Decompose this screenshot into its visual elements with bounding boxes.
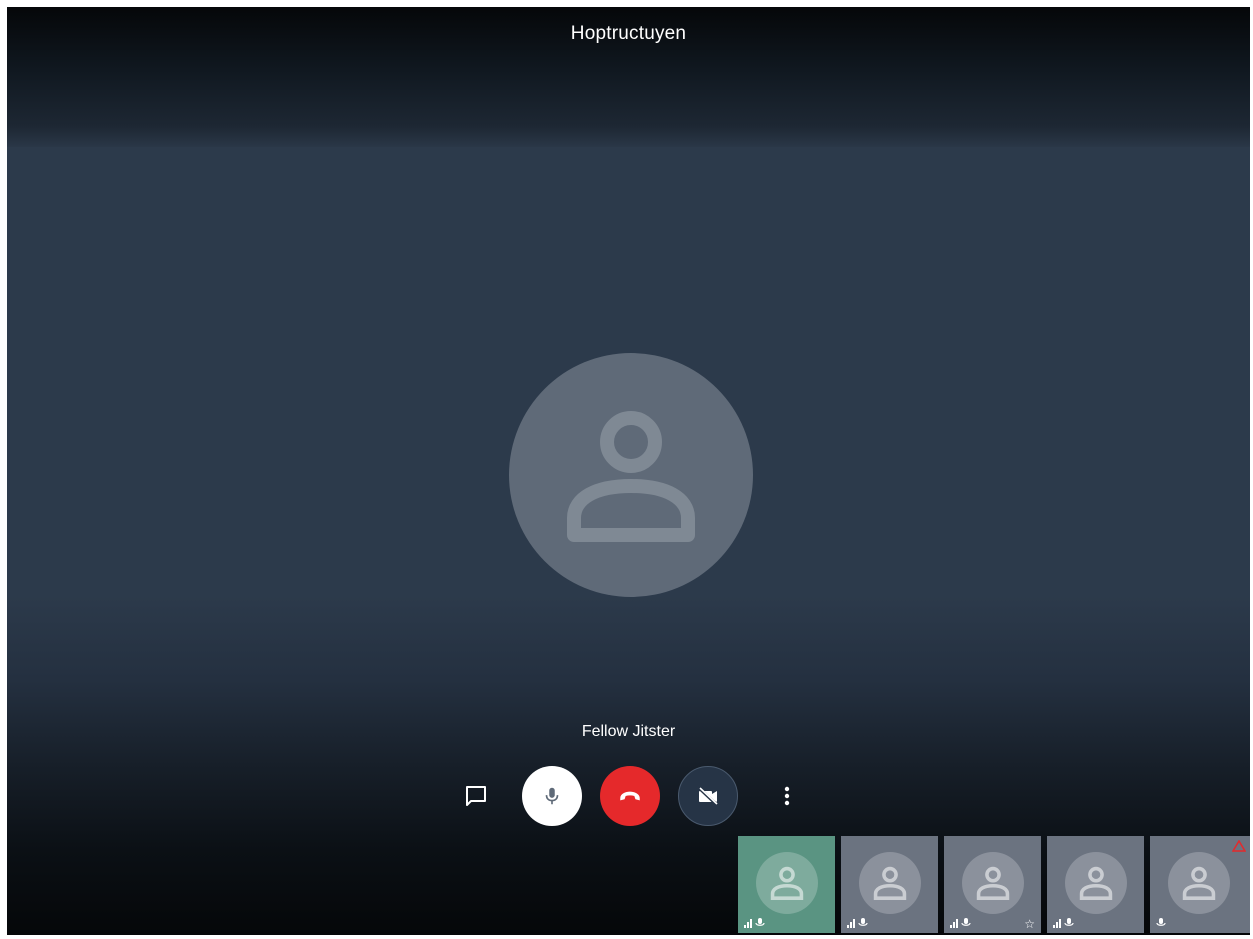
speaker-name: Fellow Jitster [581, 723, 676, 740]
thumbnail-avatar [1168, 852, 1230, 914]
signal-icon[interactable] [744, 918, 752, 928]
microphone-button[interactable] [522, 766, 582, 826]
user-avatar-icon [873, 866, 907, 900]
camera-off-icon [697, 786, 719, 807]
participant-thumbnail[interactable] [1150, 836, 1250, 933]
more-options-button[interactable] [769, 778, 805, 814]
thumbnail-avatar [756, 852, 818, 914]
thumbnail-indicators [1156, 918, 1166, 928]
thumbnail-indicators [744, 918, 765, 928]
thumbnail-avatar [962, 852, 1024, 914]
user-avatar-icon [976, 866, 1010, 900]
more-vertical-icon [784, 786, 790, 806]
mic-icon [1064, 918, 1074, 926]
camera-button[interactable] [678, 766, 738, 826]
user-avatar-icon [1079, 866, 1113, 900]
participant-thumbnail[interactable] [841, 836, 938, 933]
thumbnail-indicators [1053, 918, 1074, 928]
thumbnail-indicators [847, 918, 868, 928]
star-icon: ☆ [1024, 917, 1035, 931]
mic-icon [858, 918, 868, 926]
mic-icon [755, 918, 765, 926]
chat-button[interactable] [458, 778, 494, 814]
participant-thumbnail[interactable] [1047, 836, 1144, 933]
chat-icon [466, 786, 486, 806]
mic-icon [961, 918, 971, 926]
connection-warning-icon[interactable] [1232, 840, 1246, 852]
hangup-icon [620, 791, 640, 801]
thumbnail-avatar [859, 852, 921, 914]
main-participant-avatar [509, 353, 753, 597]
user-avatar-icon [1182, 866, 1216, 900]
participant-thumbnail[interactable] [738, 836, 835, 933]
user-avatar-icon [770, 866, 804, 900]
signal-icon[interactable] [847, 918, 855, 928]
thumbnail-indicators [950, 918, 971, 928]
signal-icon[interactable] [1053, 918, 1061, 928]
conference-stage: Hoptructuyen Fellow Jitster ☆ [7, 7, 1250, 935]
meeting-title: Hoptructuyen [570, 23, 687, 44]
thumbnail-avatar [1065, 852, 1127, 914]
filmstrip: ☆ [738, 836, 1250, 933]
hangup-button[interactable] [600, 766, 660, 826]
signal-icon[interactable] [950, 918, 958, 928]
participant-thumbnail[interactable]: ☆ [944, 836, 1041, 933]
mic-icon [1156, 918, 1166, 926]
user-avatar-icon [567, 411, 695, 542]
microphone-icon [545, 787, 559, 805]
